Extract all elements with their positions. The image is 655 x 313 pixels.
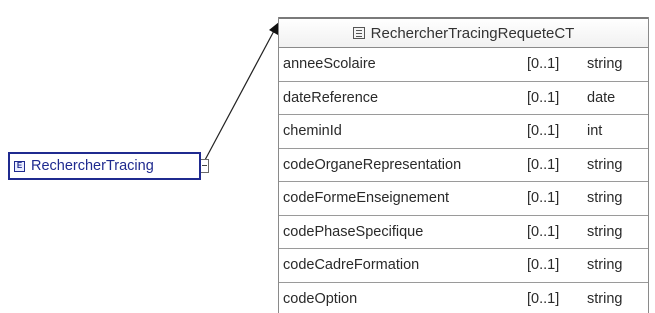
field-name: codeFormeEnseignement [283,190,450,207]
field-cardinality: [0..1] [527,223,560,240]
field-name: anneeScolaire [283,56,376,73]
field-type: string [587,56,623,73]
field-type: string [587,190,623,207]
field-type: string [587,223,623,240]
schema-diagram: E RechercherTracing RechercherTracingReq… [0,0,655,313]
type-title: RechercherTracingRequeteCT [370,24,575,42]
element-node[interactable]: E RechercherTracing [8,152,201,180]
field-name: cheminId [283,123,342,140]
field-cardinality: [0..1] [527,89,560,106]
field-row[interactable]: cheminId [0..1] int [279,115,648,149]
element-icon: E [14,160,25,172]
complex-type-box[interactable]: RechercherTracingRequeteCT anneeScolaire… [278,17,649,313]
collapse-toggle[interactable] [201,159,209,173]
field-row[interactable]: dateReference [0..1] date [279,82,648,115]
field-type: string [587,156,623,173]
complex-type-icon [352,27,365,39]
field-type: date [587,89,616,106]
field-name: codeOption [283,290,358,307]
field-row[interactable]: codeOption [0..1] string [279,283,648,313]
field-type: string [587,257,623,274]
field-cardinality: [0..1] [527,123,560,140]
field-cardinality: [0..1] [527,156,560,173]
field-row[interactable]: codeCadreFormation [0..1] string [279,249,648,283]
field-cardinality: [0..1] [527,190,560,207]
field-cardinality: [0..1] [527,56,560,73]
field-cardinality: [0..1] [527,290,560,307]
field-type: string [587,290,623,307]
field-name: codeCadreFormation [283,257,420,274]
field-type: int [587,123,603,140]
field-row[interactable]: anneeScolaire [0..1] string [279,48,648,82]
type-header: RechercherTracingRequeteCT [279,17,648,48]
field-name: codePhaseSpecifique [283,223,424,240]
field-row[interactable]: codeFormeEnseignement [0..1] string [279,182,648,216]
element-label: RechercherTracing [31,158,154,174]
field-row[interactable]: codeOrganeRepresentation [0..1] string [279,149,648,182]
field-row[interactable]: codePhaseSpecifique [0..1] string [279,216,648,249]
field-list: anneeScolaire [0..1] string dateReference [0… [279,48,648,313]
field-name: codeOrganeRepresentation [283,156,462,173]
field-cardinality: [0..1] [527,257,560,274]
field-name: dateReference [283,89,379,106]
